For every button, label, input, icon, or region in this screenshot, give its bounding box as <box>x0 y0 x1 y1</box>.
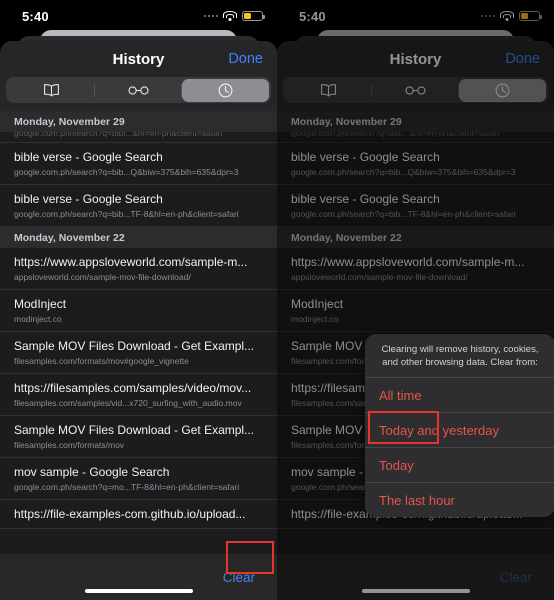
two-panel-screenshot: 5:40 History Done Monday, November 29 go… <box>0 0 554 600</box>
bottom-toolbar-left: Clear <box>0 554 277 600</box>
history-sheet-left: History Done Monday, November 29 google.… <box>0 41 277 600</box>
list-item-title: Sample MOV Files Download - Get Exampl..… <box>14 339 255 353</box>
date-header: Monday, November 22 <box>0 227 277 248</box>
tab-bookmarks[interactable] <box>8 79 96 102</box>
list-item-url: google.com.ph/search?q=bibl...&hl=en-ph&… <box>14 132 223 138</box>
action-option-today[interactable]: Today <box>365 448 554 483</box>
list-item-title: bible verse - Google Search <box>14 150 163 164</box>
list-item-url: google.com.ph/search?q=bib...Q&biw=375&b… <box>14 167 239 177</box>
status-time: 5:40 <box>22 8 49 24</box>
list-item[interactable]: https://file-examples-com.github.io/uplo… <box>0 500 277 529</box>
tab-history[interactable] <box>182 78 270 102</box>
list-item-title: bible verse - Google Search <box>14 192 163 206</box>
action-option-today-and-yesterday[interactable]: Today and yesterday <box>365 413 554 448</box>
list-item-url: filesamples.com/formats/mov <box>14 440 125 450</box>
battery-icon <box>242 10 265 22</box>
list-item-title: https://www.appsloveworld.com/sample-m..… <box>14 255 248 269</box>
list-item-title: ModInject <box>14 297 67 311</box>
list-item-title: https://filesamples.com/samples/video/mo… <box>14 381 252 395</box>
segmented-control-wrap <box>0 77 277 111</box>
list-item-url: filesamples.com/samples/vid...x720_surfi… <box>14 398 242 408</box>
list-item-title: https://file-examples-com.github.io/uplo… <box>14 507 246 521</box>
status-bar-left: 5:40 <box>0 0 277 32</box>
phone-right: 5:40 History Done Monday, November 29 go… <box>277 0 554 600</box>
clock-icon <box>218 83 233 98</box>
list-item[interactable]: google.com.ph/search?q=bibl...&hl=en-ph&… <box>0 132 277 143</box>
segmented-control[interactable] <box>6 77 271 103</box>
history-group: Monday, November 29 google.com.ph/search… <box>0 111 277 227</box>
page-title: History <box>112 50 165 68</box>
list-item[interactable]: Sample MOV Files Download - Get Exampl..… <box>0 416 277 458</box>
list-item-url: modinject.co <box>14 314 62 324</box>
list-item[interactable]: Sample MOV Files Download - Get Exampl..… <box>0 332 277 374</box>
list-item[interactable]: mov sample - Google Search google.com.ph… <box>0 458 277 500</box>
date-header: Monday, November 29 <box>0 111 277 132</box>
list-item[interactable]: bible verse - Google Search google.com.p… <box>0 143 277 185</box>
action-option-the-last-hour[interactable]: The last hour <box>365 483 554 517</box>
list-item-url: appsloveworld.com/sample-mov-file-downlo… <box>14 272 191 282</box>
book-icon <box>43 83 60 97</box>
list-item[interactable]: bible verse - Google Search google.com.p… <box>0 185 277 227</box>
wifi-icon <box>223 11 237 21</box>
list-item-title: Sample MOV Files Download - Get Exampl..… <box>14 423 255 437</box>
history-list-left[interactable]: Monday, November 29 google.com.ph/search… <box>0 111 277 554</box>
action-sheet-message: Clearing will remove history, cookies, a… <box>365 334 554 378</box>
list-item-url: google.com.ph/search?q=bib...TF-8&hl=en-… <box>14 209 239 219</box>
clear-button[interactable]: Clear <box>223 570 255 585</box>
sheet-header: History Done <box>0 41 277 77</box>
glasses-icon <box>128 85 149 96</box>
action-option-all-time[interactable]: All time <box>365 378 554 413</box>
history-group: Monday, November 22 https://www.appslove… <box>0 227 277 529</box>
phone-left: 5:40 History Done Monday, November 29 go… <box>0 0 277 600</box>
clear-history-action-sheet: Clearing will remove history, cookies, a… <box>365 334 554 517</box>
list-item[interactable]: ModInject modinject.co <box>0 290 277 332</box>
list-item-url: google.com.ph/search?q=mo...TF-8&hl=en-p… <box>14 482 240 492</box>
status-indicators <box>203 10 265 22</box>
list-item[interactable]: https://filesamples.com/samples/video/mo… <box>0 374 277 416</box>
list-item-title: mov sample - Google Search <box>14 465 170 479</box>
done-button[interactable]: Done <box>228 51 263 67</box>
list-item[interactable]: https://www.appsloveworld.com/sample-m..… <box>0 248 277 290</box>
tab-reading-list[interactable] <box>95 79 183 102</box>
home-indicator <box>84 589 193 593</box>
list-item-url: filesamples.com/formats/mov#google_vigne… <box>14 356 189 366</box>
signal-dots-icon <box>203 14 218 18</box>
